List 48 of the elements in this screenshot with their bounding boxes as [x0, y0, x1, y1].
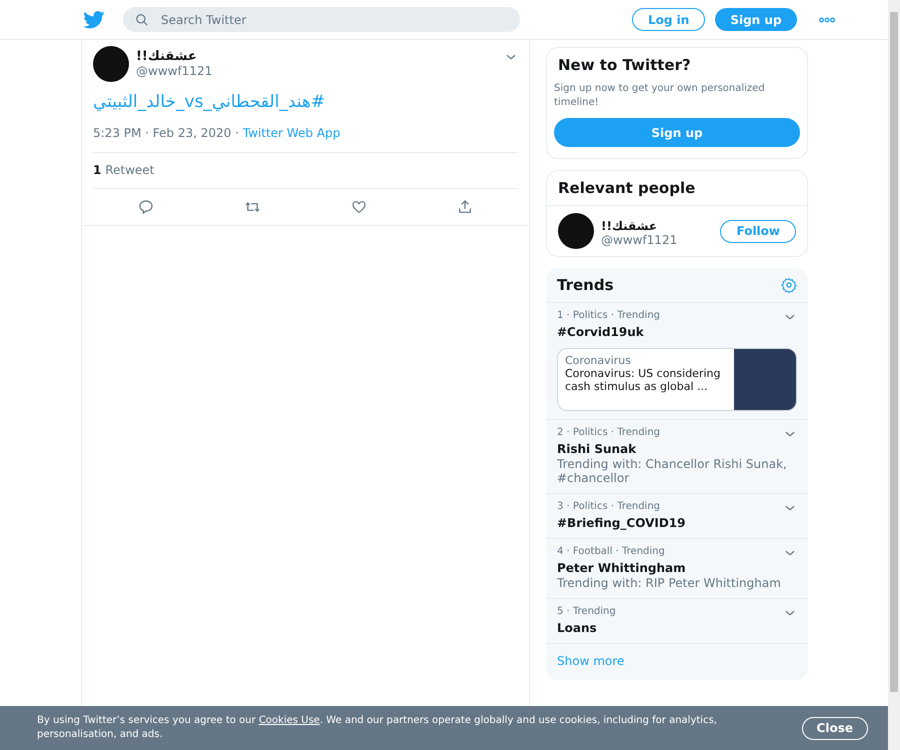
card-title: New to Twitter? — [557, 55, 692, 76]
follow-button[interactable]: Follow — [720, 220, 796, 242]
trend-meta: 4 · Football · Trending — [557, 546, 665, 559]
source-link[interactable]: Twitter Web App — [242, 126, 340, 140]
close-button[interactable]: Close — [802, 716, 868, 740]
bird-logo-icon[interactable] — [83, 10, 105, 28]
user-handle[interactable]: @wwwf1121 — [601, 232, 714, 246]
trend-meta: 1 · Politics · Trending — [557, 310, 660, 323]
more-icon[interactable] — [818, 16, 835, 22]
retweet-icon[interactable] — [244, 199, 261, 215]
heart-icon[interactable] — [351, 199, 367, 215]
cookies-use-link[interactable]: Cookies Use — [258, 714, 320, 726]
photo-placeholder — [734, 349, 796, 410]
trend-name[interactable]: #Corvid19uk — [557, 325, 797, 339]
card-title: Relevant people — [557, 178, 696, 199]
signup-button[interactable]: Sign up — [554, 118, 800, 147]
user-name[interactable]: !!عشقنك — [136, 49, 497, 64]
share-icon[interactable] — [457, 199, 473, 215]
news-headline: Coronavirus: US considering cash stimulus as global ... — [565, 367, 722, 393]
card-title: Trends — [557, 276, 614, 294]
show-more-link[interactable]: Show more — [546, 644, 808, 680]
trend-name[interactable]: #Briefing_COVID19 — [557, 516, 797, 530]
retweet-count[interactable]: 1 Retweet — [93, 153, 518, 189]
trend-meta: 3 · Politics · Trending — [557, 501, 660, 514]
trend-meta: 2 · Politics · Trending — [557, 427, 660, 440]
cookie-text: By using Twitter’s services you agree to our Cookies Use. We and our partners operate globally and use cookies, including for analytics, personalisation, and ads. — [37, 714, 718, 742]
avatar[interactable] — [558, 213, 594, 249]
avatar[interactable] — [93, 46, 129, 82]
trend-meta: 5 · Trending — [557, 606, 616, 619]
news-card[interactable]: Coronavirus Coronavirus: US considering cash stimulus as global ... — [557, 348, 797, 411]
search-icon — [135, 13, 149, 27]
trend-name[interactable]: Peter Whittingham — [557, 561, 797, 575]
settings-icon[interactable] — [781, 277, 797, 293]
reply-icon[interactable] — [138, 199, 154, 215]
signup-button[interactable]: Sign up — [715, 8, 797, 31]
user-name[interactable]: !!عشقنك — [601, 218, 714, 232]
scrollbar[interactable] — [888, 0, 900, 750]
hashtag-link[interactable]: #هند_القحطاني_vs_خالد_الثبيتي — [93, 92, 518, 112]
tweet-timestamp: 5:23 PM · Feb 23, 2020 · Twitter Web App — [93, 126, 518, 153]
login-button[interactable]: Log in — [632, 8, 706, 31]
user-handle[interactable]: @wwwf1121 — [136, 64, 497, 78]
trend-context: Trending with: RIP Peter Whittingham — [557, 576, 782, 590]
search-field[interactable]: Search Twitter — [123, 7, 520, 32]
card-text: Sign up now to get your own personalized timeline! — [553, 82, 766, 110]
news-category: Coronavirus — [565, 354, 632, 367]
trend-context: Trending with: Chancellor Rishi Sunak, #chancellor — [557, 457, 788, 485]
trend-name[interactable]: Rishi Sunak — [557, 442, 797, 456]
trend-name[interactable]: Loans — [557, 621, 797, 635]
